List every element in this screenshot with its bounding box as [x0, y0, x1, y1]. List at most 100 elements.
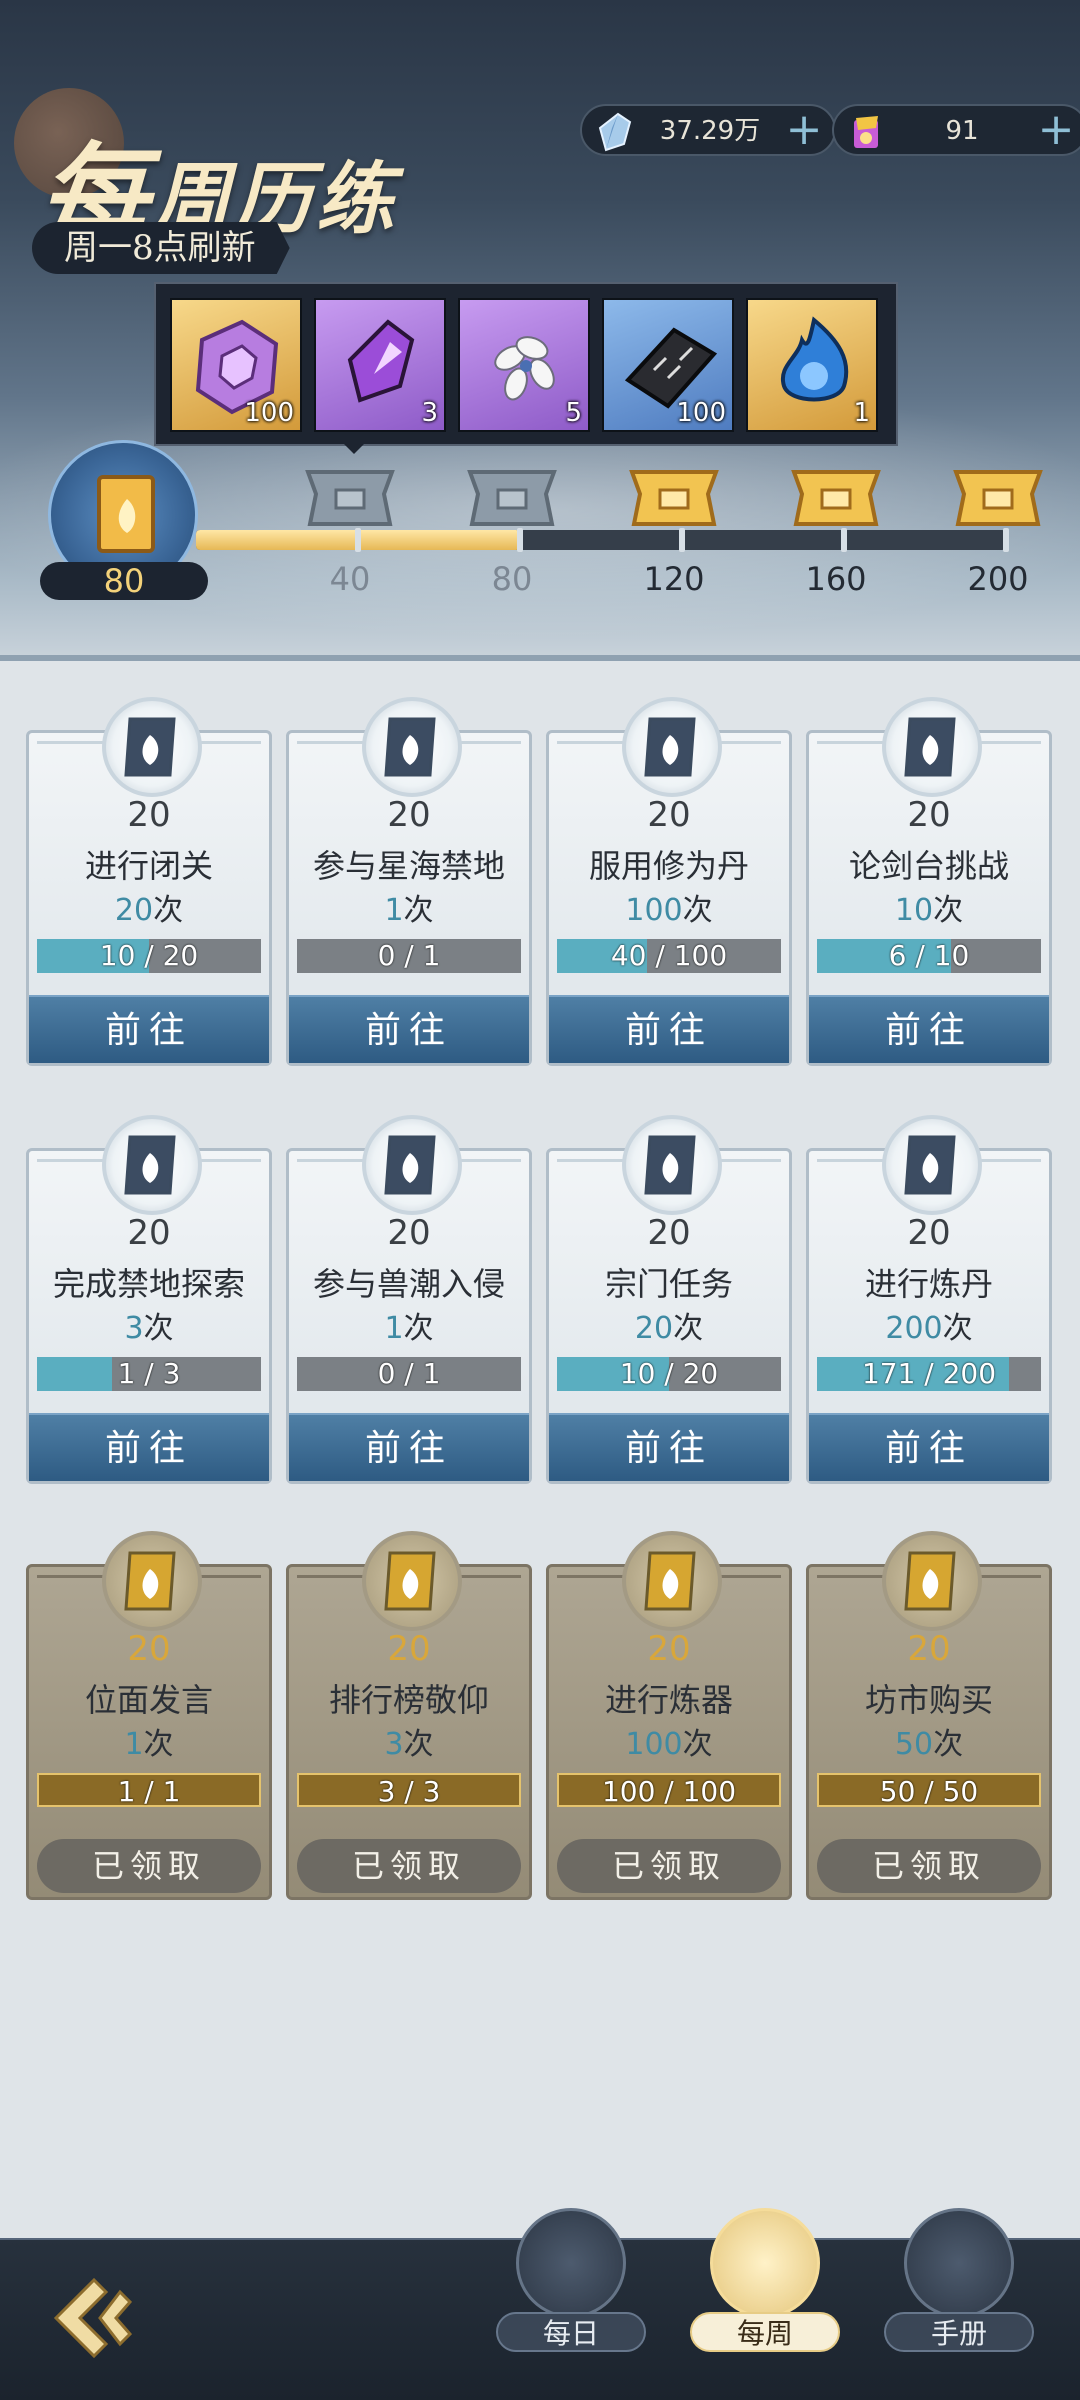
flame-scroll-icon — [124, 1135, 176, 1195]
task-required-count: 100次 — [549, 885, 789, 929]
milestone-tick — [355, 528, 361, 552]
task-name: 服用修为丹 — [588, 847, 749, 885]
task-progress-text: 10 / 20 — [619, 1357, 719, 1390]
task-count-unit: 次 — [143, 1727, 174, 1762]
task-count-number: 3 — [384, 1727, 404, 1762]
task-name: 参与星海禁地 — [312, 847, 505, 885]
reward-item[interactable]: 100 — [602, 298, 734, 432]
flame-scroll-icon — [644, 717, 696, 777]
task-name: 排行榜敬仰 — [328, 1681, 489, 1719]
flame-scroll-icon — [644, 1551, 696, 1611]
milestone-label: 200 — [967, 560, 1029, 598]
task-points: 20 — [647, 1213, 691, 1253]
task-progress-text: 100 / 100 — [601, 1775, 737, 1808]
task-scroll-icon — [622, 1531, 722, 1631]
task-count-unit: 次 — [933, 893, 964, 928]
current-points: 80 — [40, 562, 208, 600]
tab-weekly[interactable]: 每周 — [690, 2208, 840, 2360]
currency-spirit-stone: 37.29万 + — [580, 104, 836, 156]
task-required-count: 200次 — [809, 1303, 1049, 1347]
task-name: 宗门任务 — [604, 1265, 733, 1303]
reward-item[interactable]: 3 — [314, 298, 446, 432]
task-progress-text: 1 / 1 — [117, 1775, 181, 1808]
go-button[interactable]: 前往 — [809, 1413, 1049, 1481]
task-required-count: 3次 — [289, 1719, 529, 1763]
currency-value: 91 — [945, 116, 979, 146]
milestone-chest-icon[interactable] — [464, 462, 560, 534]
milestone-label: 80 — [491, 560, 533, 598]
tab-label: 手册 — [884, 2312, 1034, 2352]
task-required-count: 100次 — [549, 1719, 789, 1763]
tab-label: 每周 — [690, 2312, 840, 2352]
task-name: 位面发言 — [84, 1681, 213, 1719]
flame-scroll-icon — [124, 717, 176, 777]
task-progress-text: 1 / 3 — [117, 1357, 181, 1390]
reward-item[interactable]: 1 — [746, 298, 878, 432]
task-card: 20 论剑台挑战 10次 6 / 10 前往 — [806, 697, 1052, 1066]
task-progress-text: 171 / 200 — [861, 1357, 997, 1390]
task-scroll-icon — [362, 697, 462, 797]
task-progress-bar: 3 / 3 — [297, 1773, 521, 1808]
task-progress-text: 10 / 20 — [99, 939, 199, 972]
milestone-chest-icon[interactable] — [950, 462, 1046, 534]
task-progress-bar: 0 / 1 — [297, 1357, 521, 1391]
milestone-chest-icon[interactable] — [788, 462, 884, 534]
milestone-chest-icon[interactable] — [302, 462, 398, 534]
section-divider — [0, 655, 1080, 661]
task-card: 20 进行炼丹 200次 171 / 200 前往 — [806, 1115, 1052, 1484]
currency-value: 37.29万 — [659, 116, 761, 146]
tab-manual[interactable]: 手册 — [884, 2208, 1034, 2360]
task-progress-text: 3 / 3 — [377, 1775, 441, 1808]
task-progress-bar: 0 / 1 — [297, 939, 521, 973]
tab-daily[interactable]: 每日 — [496, 2208, 646, 2360]
task-points: 20 — [647, 795, 691, 835]
task-name: 进行炼器 — [604, 1681, 733, 1719]
reward-item[interactable]: 5 — [458, 298, 590, 432]
task-card: 20 参与星海禁地 1次 0 / 1 前往 — [286, 697, 532, 1066]
manual-icon — [904, 2208, 1014, 2318]
add-currency-button[interactable]: + — [1036, 108, 1076, 152]
milestone-label: 160 — [805, 560, 867, 598]
task-card: 20 坊市购买 50次 50 / 50 已领取 — [806, 1531, 1052, 1900]
task-required-count: 3次 — [29, 1303, 269, 1347]
milestone-label: 120 — [643, 560, 705, 598]
task-scroll-icon — [882, 1531, 982, 1631]
milestone-tick — [517, 528, 523, 552]
task-count-unit: 次 — [403, 893, 434, 928]
claimed-button: 已领取 — [557, 1839, 781, 1893]
task-count-number: 1 — [124, 1727, 144, 1762]
task-progress-text: 6 / 10 — [888, 939, 970, 972]
task-required-count: 1次 — [289, 885, 529, 929]
task-count-unit: 次 — [682, 893, 713, 928]
task-name: 完成禁地探索 — [52, 1265, 245, 1303]
milestone-tick — [841, 528, 847, 552]
task-count-unit: 次 — [153, 893, 184, 928]
reward-preview-panel: 100 3 5 100 1 — [154, 282, 898, 454]
task-count-number: 10 — [894, 893, 934, 928]
task-scroll-icon — [362, 1115, 462, 1215]
back-arrow-icon[interactable] — [40, 2262, 150, 2372]
add-currency-button[interactable]: + — [784, 108, 824, 152]
milestone-chest-icon[interactable] — [626, 462, 722, 534]
task-count-number: 100 — [625, 893, 683, 928]
task-count-number: 200 — [885, 1311, 943, 1346]
go-button[interactable]: 前往 — [809, 995, 1049, 1063]
task-card: 20 进行炼器 100次 100 / 100 已领取 — [546, 1531, 792, 1900]
flame-scroll-icon — [904, 1135, 956, 1195]
task-progress-text: 50 / 50 — [879, 1775, 979, 1808]
go-button[interactable]: 前往 — [549, 995, 789, 1063]
task-scroll-icon — [102, 697, 202, 797]
claimed-button: 已领取 — [37, 1839, 261, 1893]
go-button[interactable]: 前往 — [289, 1413, 529, 1481]
go-button[interactable]: 前往 — [549, 1413, 789, 1481]
task-points: 20 — [127, 795, 171, 835]
task-count-number: 50 — [894, 1727, 934, 1762]
go-button[interactable]: 前往 — [29, 1413, 269, 1481]
go-button[interactable]: 前往 — [29, 995, 269, 1063]
go-button[interactable]: 前往 — [289, 995, 529, 1063]
task-scroll-icon — [882, 1115, 982, 1215]
reward-item[interactable]: 100 — [170, 298, 302, 432]
task-count-unit: 次 — [933, 1727, 964, 1762]
milestone-label: 40 — [329, 560, 371, 598]
task-progress-bar: 1 / 1 — [37, 1773, 261, 1808]
